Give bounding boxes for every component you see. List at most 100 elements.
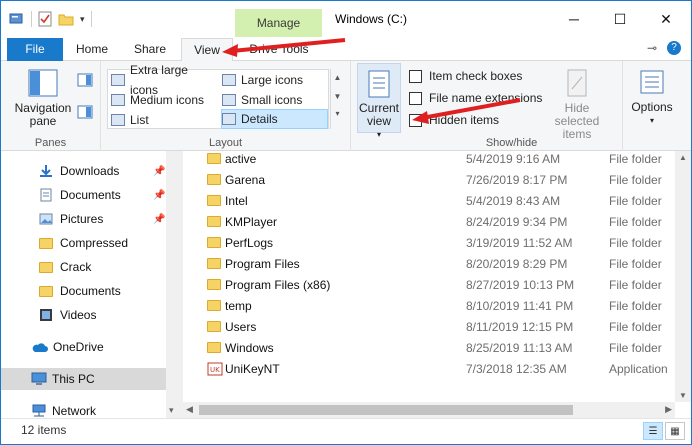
file-date-modified: 7/26/2019 8:17 PM bbox=[466, 172, 568, 187]
sidebar-item-crack[interactable]: Crack bbox=[1, 256, 166, 278]
item-check-boxes-checkbox[interactable] bbox=[409, 69, 422, 83]
pin-icon: 📌 bbox=[153, 189, 166, 201]
file-date-modified: 8/11/2019 12:15 PM bbox=[466, 319, 574, 334]
tab-share[interactable]: Share bbox=[127, 38, 173, 61]
tab-drive-tools[interactable]: Drive Tools bbox=[244, 38, 314, 61]
chevron-up-icon[interactable]: ▲ bbox=[679, 153, 687, 162]
close-button[interactable]: ✕ bbox=[643, 1, 689, 37]
file-date-modified: 5/4/2019 9:16 AM bbox=[466, 151, 561, 166]
tab-manage[interactable]: Manage bbox=[235, 9, 322, 37]
pin-icon: 📌 bbox=[153, 165, 166, 177]
table-row[interactable]: active 5/4/2019 9:16 AM File folder bbox=[183, 151, 675, 169]
hidden-items-option[interactable]: Hidden items bbox=[409, 113, 499, 127]
file-list-vertical-scrollbar[interactable]: ▲ ▼ bbox=[675, 151, 691, 402]
tab-view[interactable]: View bbox=[181, 38, 233, 62]
pin-ribbon-icon[interactable]: ⊸ bbox=[647, 41, 657, 55]
chevron-down-icon[interactable]: ▼ bbox=[331, 92, 344, 101]
properties-icon[interactable] bbox=[9, 12, 25, 26]
chevron-down-icon[interactable]: ▼ bbox=[679, 391, 687, 400]
file-date-modified: 3/19/2019 11:52 AM bbox=[466, 235, 573, 250]
preview-pane-icon bbox=[77, 73, 93, 87]
nav-pane-scrollbar[interactable]: ▾ bbox=[166, 151, 183, 418]
ribbon-tab-row: File Home Share View Drive Tools ⊸ ? bbox=[1, 37, 691, 62]
table-row[interactable]: KMPlayer 8/24/2019 9:34 PM File folder bbox=[183, 211, 675, 232]
layout-small-icons[interactable]: Small icons bbox=[222, 90, 326, 110]
layout-item-label: Small icons bbox=[241, 93, 303, 107]
table-row[interactable]: Intel 5/4/2019 8:43 AM File folder bbox=[183, 190, 675, 211]
file-date-modified: 8/27/2019 10:13 PM bbox=[466, 277, 575, 292]
file-name-extensions-checkbox[interactable] bbox=[409, 91, 422, 105]
qat-divider bbox=[31, 11, 32, 27]
item-check-boxes-option[interactable]: Item check boxes bbox=[409, 69, 522, 83]
folder-icon bbox=[207, 258, 221, 269]
current-view-icon bbox=[368, 70, 390, 98]
file-type: File folder bbox=[609, 277, 662, 292]
details-view-button[interactable]: ☰ bbox=[643, 422, 663, 440]
folder-icon bbox=[207, 321, 221, 332]
layout-extra-large-icons[interactable]: Extra large icons bbox=[111, 63, 219, 97]
checkmark-document-icon[interactable] bbox=[38, 11, 52, 27]
sidebar-item-label: OneDrive bbox=[53, 340, 104, 354]
file-list-horizontal-scrollbar[interactable]: ◀ ▶ bbox=[183, 402, 675, 418]
current-view-button[interactable]: Current view ▾ bbox=[357, 63, 401, 139]
sidebar-item-compressed[interactable]: Compressed bbox=[1, 232, 166, 254]
file-date-modified: 8/20/2019 8:29 PM bbox=[466, 256, 568, 271]
table-row[interactable]: temp 8/10/2019 11:41 PM File folder bbox=[183, 295, 675, 316]
large-icons-view-button[interactable]: ▦ bbox=[665, 422, 685, 440]
layout-details[interactable]: Details bbox=[221, 109, 328, 129]
chevron-down-icon[interactable]: ▾ bbox=[169, 405, 174, 416]
qat-divider bbox=[90, 11, 92, 27]
sidebar-item-documents-folder[interactable]: Documents bbox=[1, 280, 166, 302]
chevron-right-icon[interactable]: ▶ bbox=[665, 404, 672, 415]
table-row[interactable]: Program Files (x86) 8/27/2019 10:13 PM Fil… bbox=[183, 274, 675, 295]
new-folder-icon[interactable] bbox=[58, 12, 74, 26]
layout-list[interactable]: List bbox=[111, 110, 219, 130]
table-row[interactable]: Users 8/11/2019 12:15 PM File folder bbox=[183, 316, 675, 337]
navigation-pane-button[interactable]: Navigation pane bbox=[11, 69, 75, 128]
chevron-left-icon[interactable]: ◀ bbox=[186, 404, 193, 415]
file-name: Intel bbox=[225, 193, 248, 208]
sidebar-item-label: Pictures bbox=[60, 212, 104, 226]
layout-gallery-scroller[interactable]: ▲ ▼ ▾ bbox=[330, 69, 344, 129]
navigation-pane-label: Navigation pane bbox=[14, 101, 72, 128]
chevron-up-icon[interactable]: ▲ bbox=[331, 73, 344, 82]
preview-pane-button[interactable] bbox=[77, 73, 93, 90]
tab-file[interactable]: File bbox=[7, 38, 63, 61]
sidebar-item-videos[interactable]: Videos bbox=[1, 304, 166, 326]
options-button[interactable]: Options ▾ bbox=[627, 69, 677, 127]
table-row[interactable]: Program Files 8/20/2019 8:29 PM File folde… bbox=[183, 253, 675, 274]
table-row[interactable]: Garena 7/26/2019 8:17 PM File folder bbox=[183, 169, 675, 190]
layout-medium-icons[interactable]: Medium icons bbox=[111, 90, 219, 110]
view-switcher: ☰ ▦ bbox=[643, 422, 685, 440]
ribbon-view: Navigation pane Panes Layout Extra large… bbox=[1, 61, 691, 151]
status-bar: 12 items ☰ ▦ bbox=[1, 418, 691, 444]
sidebar-item-onedrive[interactable]: OneDrive bbox=[1, 336, 166, 358]
table-row[interactable]: UK UniKeyNT 7/3/2018 12:35 AM Application bbox=[183, 358, 675, 379]
sidebar-item-pictures[interactable]: Pictures 📌 bbox=[1, 208, 166, 230]
file-list: active 5/4/2019 9:16 AM File folder Garena 7… bbox=[183, 151, 675, 402]
minimize-button[interactable]: ─ bbox=[551, 1, 597, 37]
tab-home[interactable]: Home bbox=[69, 38, 115, 61]
download-icon bbox=[40, 165, 52, 177]
file-name-extensions-option[interactable]: File name extensions bbox=[409, 91, 542, 105]
table-row[interactable]: Windows 8/25/2019 11:13 AM File folder bbox=[183, 337, 675, 358]
details-pane-button[interactable] bbox=[77, 105, 93, 122]
qat-dropdown-icon[interactable]: ▾ bbox=[80, 14, 85, 25]
sidebar-item-label: This PC bbox=[52, 372, 95, 386]
item-check-boxes-label: Item check boxes bbox=[429, 69, 523, 83]
horizontal-scroll-thumb[interactable] bbox=[199, 405, 573, 415]
hidden-items-checkbox[interactable] bbox=[409, 113, 422, 127]
folder-icon bbox=[207, 300, 221, 311]
table-row[interactable]: PerfLogs 3/19/2019 11:52 AM File folder bbox=[183, 232, 675, 253]
expand-gallery-icon[interactable]: ▾ bbox=[331, 109, 344, 118]
file-type: Application bbox=[609, 361, 668, 376]
details-view-icon: ☰ bbox=[648, 425, 658, 437]
help-icon[interactable]: ? bbox=[667, 41, 681, 55]
layout-large-icons[interactable]: Large icons bbox=[222, 70, 326, 90]
sidebar-item-downloads[interactable]: Downloads 📌 bbox=[1, 160, 166, 182]
sidebar-item-documents-pinned[interactable]: Documents 📌 bbox=[1, 184, 166, 206]
hide-selected-items-button[interactable]: Hide selected items bbox=[541, 69, 613, 141]
pictures-icon bbox=[39, 213, 53, 225]
sidebar-item-this-pc[interactable]: This PC bbox=[1, 368, 166, 390]
maximize-button[interactable]: ☐ bbox=[597, 1, 643, 37]
